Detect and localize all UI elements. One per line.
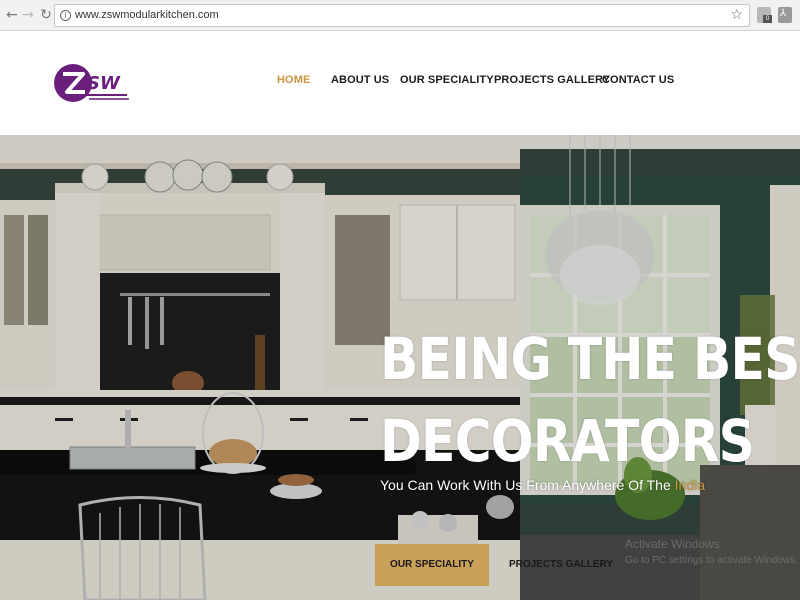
hero-subtitle: You Can Work With Us From Anywhere Of Th…	[380, 477, 705, 493]
hero-subtitle-text: You Can Work With Us From Anywhere Of Th…	[380, 477, 675, 493]
extension-badge: 0	[763, 15, 772, 23]
info-icon[interactable]: i	[60, 10, 71, 21]
url-text[interactable]: www.zswmodularkitchen.com	[75, 9, 219, 21]
address-bar[interactable]: i www.zswmodularkitchen.com ☆	[54, 4, 750, 27]
our-speciality-button[interactable]: OUR SPECIALITY	[375, 544, 489, 586]
hero-title-line1: BEING THE BEST	[380, 325, 800, 393]
watermark-subtitle: Go to PC settings to activate Windows.	[625, 555, 798, 566]
pdf-glyph-icon: ⅄	[780, 8, 787, 19]
forward-arrow-icon[interactable]: →	[20, 7, 36, 23]
back-arrow-icon[interactable]: ←	[4, 7, 20, 23]
windows-activation-watermark: Activate Windows Go to PC settings to ac…	[625, 537, 798, 566]
nav-about-us[interactable]: ABOUT US	[331, 74, 389, 86]
hero-title-line2: DECORATORS	[380, 407, 755, 475]
svg-text:SW: SW	[87, 73, 121, 94]
zsw-logo[interactable]: SW	[53, 54, 133, 114]
nav-home[interactable]: HOME	[277, 74, 310, 86]
nav-projects-gallery[interactable]: PROJECTS GALLERY	[494, 74, 610, 86]
logo-graphic: SW	[54, 64, 129, 102]
nav-contact-us[interactable]: CONTACT US	[602, 74, 674, 86]
nav-our-speciality[interactable]: OUR SPECIALITY	[400, 74, 494, 86]
site-header: SW HOME ABOUT US OUR SPECIALITY PROJECTS…	[0, 31, 800, 135]
pdf-extension-icon[interactable]: ⅄	[778, 7, 792, 23]
projects-gallery-button[interactable]: PROJECTS GALLERY	[505, 544, 617, 586]
browser-toolbar: ← → ↻ i www.zswmodularkitchen.com ☆ 0 ⅄	[0, 0, 800, 31]
hero-section: BEING THE BEST DECORATORS You Can Work W…	[0, 135, 800, 600]
hero-subtitle-accent: India	[674, 477, 705, 493]
star-icon[interactable]: ☆	[730, 7, 743, 23]
extension-icon[interactable]: 0	[757, 7, 772, 23]
hero-title: BEING THE BEST DECORATORS	[380, 318, 800, 482]
reload-icon[interactable]: ↻	[38, 7, 54, 23]
watermark-title: Activate Windows	[625, 537, 720, 551]
